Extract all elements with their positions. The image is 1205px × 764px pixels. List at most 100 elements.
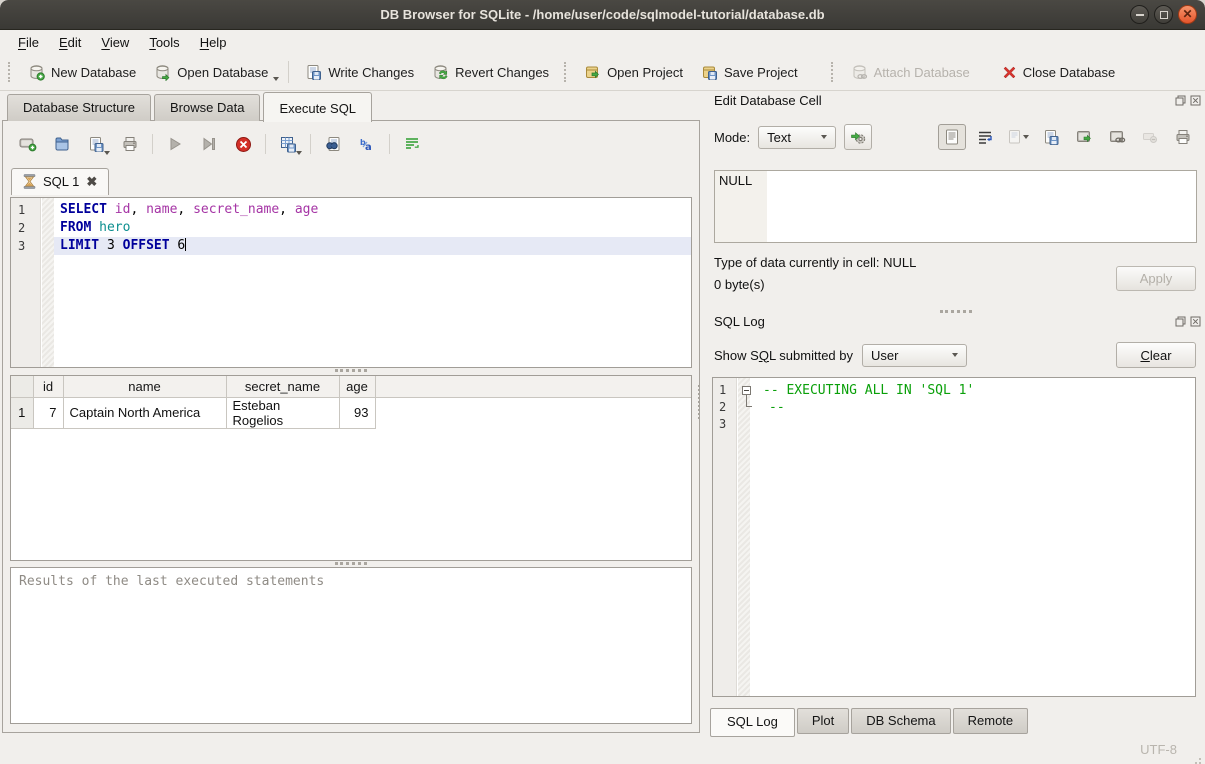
fold-line: [746, 395, 752, 407]
maximize-button[interactable]: [1154, 5, 1173, 24]
open-sql-tab-button[interactable]: [19, 135, 37, 153]
save-file-dropdown-icon[interactable]: [104, 151, 110, 155]
stop-sql-button[interactable]: [234, 135, 252, 153]
toolbar-separator: [152, 134, 153, 154]
open-sql-file-button[interactable]: [53, 135, 71, 153]
word-wrap-button[interactable]: [403, 135, 421, 153]
menu-file[interactable]: File: [8, 32, 49, 53]
titlebar[interactable]: DB Browser for SQLite - /home/user/code/…: [0, 0, 1205, 30]
line-number: 1: [11, 201, 41, 219]
splitter-docks[interactable]: [940, 310, 972, 313]
log-filter-label: Show SQL submitted by: [714, 348, 853, 363]
sql-tab-label: SQL 1: [43, 174, 79, 189]
results-grid: idnamesecret_nameage17Captain North Amer…: [10, 375, 692, 561]
grid-header-filler: [375, 376, 691, 397]
tab-browse-data[interactable]: Browse Data: [154, 94, 260, 121]
log-line: 3: [713, 416, 1195, 433]
table-cell[interactable]: Captain North America: [63, 397, 226, 428]
table-cell[interactable]: 93: [339, 397, 375, 428]
mode-select[interactable]: Text: [758, 126, 836, 149]
open-tab-icon: [19, 136, 37, 152]
edit-cell-title: Edit Database Cell: [714, 93, 822, 108]
revert-changes-button[interactable]: Revert Changes: [423, 60, 558, 85]
open-database-dropdown-icon[interactable]: [273, 77, 279, 81]
save-sql-file-button[interactable]: [87, 135, 105, 153]
vertical-splitter[interactable]: [698, 385, 703, 419]
tab-remote[interactable]: Remote: [953, 708, 1029, 734]
cell-value-editor[interactable]: NULL: [714, 170, 1197, 243]
attach-database-button: Attach Database: [842, 60, 979, 85]
dock-close-icon[interactable]: [1189, 316, 1201, 328]
word-wrap-cell-button[interactable]: [971, 124, 999, 150]
menu-edit[interactable]: Edit: [49, 32, 91, 53]
open-database-button[interactable]: Open Database: [145, 60, 277, 85]
execute-sql-pane: ba SQL 1 ✖ 1SELECT id, name, secret_name…: [2, 120, 700, 733]
log-filter-select[interactable]: User: [862, 344, 967, 367]
toolbar-grip[interactable]: [8, 62, 13, 82]
open-in-app-button[interactable]: [1070, 124, 1098, 150]
window-title: DB Browser for SQLite - /home/user/code/…: [380, 7, 824, 22]
print-sql-button[interactable]: [121, 135, 139, 153]
new-database-icon: [28, 64, 45, 81]
text-document-icon: [945, 129, 959, 145]
open-project-button[interactable]: Open Project: [575, 60, 692, 85]
toolbar-grip[interactable]: [831, 62, 836, 82]
splitter-editor-results[interactable]: [335, 369, 367, 372]
main-area: Database Structure Browse Data Execute S…: [2, 92, 700, 733]
save-file-icon: [88, 136, 104, 152]
save-results-dropdown-icon[interactable]: [296, 151, 302, 155]
export-cell-button[interactable]: [1037, 124, 1065, 150]
text-mode-button[interactable]: [938, 124, 966, 150]
column-header[interactable]: age: [339, 376, 375, 397]
tab-plot[interactable]: Plot: [797, 708, 849, 734]
copy-link-button[interactable]: [1103, 124, 1131, 150]
table-cell[interactable]: 7: [33, 397, 63, 428]
save-project-icon: [701, 64, 718, 81]
save-project-button[interactable]: Save Project: [692, 60, 807, 85]
import-data-button[interactable]: [844, 124, 872, 150]
tab-database-structure[interactable]: Database Structure: [7, 94, 151, 121]
menu-tools[interactable]: Tools: [139, 32, 189, 53]
column-header[interactable]: id: [33, 376, 63, 397]
sql-log-view[interactable]: 1-- EXECUTING ALL IN 'SQL 1'2--3: [712, 377, 1196, 697]
menu-view[interactable]: View: [91, 32, 139, 53]
sql-editor[interactable]: 1SELECT id, name, secret_name, age2FROM …: [10, 197, 692, 368]
resize-grip[interactable]: [1199, 758, 1201, 760]
set-null-icon: [1142, 130, 1158, 144]
print-cell-button[interactable]: [1169, 124, 1197, 150]
save-results-button[interactable]: [279, 135, 297, 153]
dock-float-icon[interactable]: [1174, 95, 1186, 107]
table-row: 17Captain North AmericaEsteban Rogelios9…: [11, 397, 691, 428]
format-sql-button[interactable]: ba: [358, 135, 376, 153]
toolbar-separator: [265, 134, 266, 154]
sql-1-tab[interactable]: SQL 1 ✖: [11, 168, 109, 195]
column-header[interactable]: secret_name: [226, 376, 339, 397]
splitter-results-message[interactable]: [335, 562, 367, 565]
close-database-label: Close Database: [1023, 65, 1116, 80]
tab-execute-sql[interactable]: Execute SQL: [263, 92, 372, 122]
close-button[interactable]: ✕: [1178, 5, 1197, 24]
toolbar-grip[interactable]: [564, 62, 569, 82]
fold-collapse-icon[interactable]: [742, 386, 751, 395]
toolbar-separator: [389, 134, 390, 154]
revert-changes-icon: [432, 64, 449, 81]
table-cell[interactable]: Esteban Rogelios: [226, 397, 339, 428]
write-changes-button[interactable]: Write Changes: [296, 60, 423, 85]
save-project-label: Save Project: [724, 65, 798, 80]
close-database-button[interactable]: Close Database: [993, 61, 1125, 84]
menu-help[interactable]: Help: [190, 32, 237, 53]
editor-line: 2FROM hero: [11, 219, 691, 237]
dock-float-icon[interactable]: [1174, 316, 1186, 328]
new-database-button[interactable]: New Database: [19, 60, 145, 85]
minimize-button[interactable]: [1130, 5, 1149, 24]
tab-sql-log[interactable]: SQL Log: [710, 708, 795, 737]
dock-close-icon[interactable]: [1189, 95, 1201, 107]
clear-log-button[interactable]: Clear: [1116, 342, 1196, 368]
print-cell-icon: [1175, 129, 1191, 145]
tab-db-schema[interactable]: DB Schema: [851, 708, 950, 734]
sql-tab-close-icon[interactable]: ✖: [86, 175, 97, 188]
column-header[interactable]: name: [63, 376, 226, 397]
grid-corner[interactable]: [11, 376, 33, 397]
row-number[interactable]: 1: [11, 397, 33, 428]
find-button[interactable]: [324, 135, 342, 153]
